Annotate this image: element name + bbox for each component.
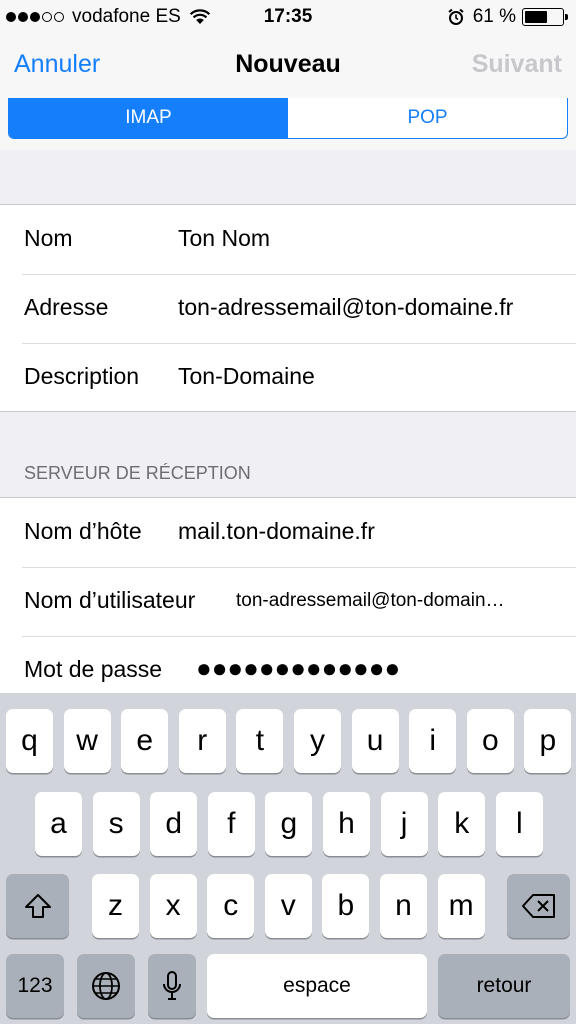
next-button[interactable]: Suivant	[472, 50, 562, 79]
password-field[interactable]: ●●●●●●●●●●●●●	[196, 653, 400, 684]
key-y[interactable]: y	[294, 709, 341, 773]
username-label: Nom d’utilisateur	[24, 587, 196, 613]
description-row[interactable]: Description Ton-Domaine	[0, 343, 576, 412]
alarm-icon	[448, 8, 464, 25]
account-group: Nom Ton Nom Adresse ton-adressemail@ton-…	[0, 204, 576, 412]
hostname-field[interactable]: mail.ton-domaine.fr	[178, 518, 375, 545]
battery-icon	[522, 8, 568, 26]
segment-pop[interactable]: POP	[288, 98, 567, 138]
incoming-server-header: SERVEUR DE RÉCEPTION	[24, 463, 251, 483]
nav-bar: Annuler Nouveau Suivant	[0, 34, 576, 98]
battery-nub	[565, 14, 568, 20]
address-row[interactable]: Adresse ton-adressemail@ton-domaine.fr	[0, 274, 576, 343]
key-x[interactable]: x	[149, 874, 197, 938]
shift-key[interactable]	[6, 874, 69, 938]
keyboard: 123 espace retour qwertyuiop asdfghjkl zxc…	[0, 693, 576, 1024]
password-label: Mot de passe	[24, 656, 163, 682]
battery-percent: 61 %	[472, 6, 516, 27]
delete-key[interactable]	[507, 874, 570, 938]
shift-icon	[24, 894, 51, 918]
globe-icon	[92, 972, 120, 1000]
status-right: 61 %	[447, 6, 568, 28]
key-m[interactable]: m	[437, 874, 485, 938]
key-i[interactable]: i	[409, 709, 457, 773]
numbers-key[interactable]: 123	[6, 954, 64, 1018]
hostname-row[interactable]: Nom d’hôte mail.ton-domaine.fr	[0, 498, 576, 567]
dictation-key[interactable]	[148, 954, 196, 1018]
key-f[interactable]: f	[207, 792, 255, 856]
description-field[interactable]: Ton-Domaine	[178, 363, 315, 390]
key-u[interactable]: u	[351, 709, 399, 773]
username-row[interactable]: Nom d’utilisateur ton-adressemail@ton-do…	[0, 567, 576, 636]
key-h[interactable]: h	[323, 792, 370, 856]
status-bar: vodafone ES 17:35 61 %	[0, 0, 576, 34]
address-field[interactable]: ton-adressemail@ton-domaine.fr	[178, 294, 513, 321]
key-g[interactable]: g	[265, 792, 313, 856]
hostname-label: Nom d’hôte	[24, 518, 142, 544]
name-label: Nom	[24, 225, 73, 251]
key-j[interactable]: j	[380, 792, 428, 856]
key-r[interactable]: r	[178, 709, 226, 773]
name-row[interactable]: Nom Ton Nom	[0, 205, 576, 274]
key-c[interactable]: c	[207, 874, 255, 938]
key-a[interactable]: a	[35, 792, 82, 856]
description-label: Description	[24, 363, 140, 389]
protocol-segmented-control: IMAP POP	[8, 98, 568, 139]
key-v[interactable]: v	[264, 874, 312, 938]
backspace-icon	[521, 894, 555, 918]
key-t[interactable]: t	[236, 709, 284, 773]
key-k[interactable]: k	[438, 792, 486, 856]
space-key[interactable]: espace	[207, 954, 427, 1018]
key-l[interactable]: l	[495, 792, 543, 856]
key-p[interactable]: p	[524, 709, 572, 773]
key-o[interactable]: o	[466, 709, 514, 773]
incoming-server-group: Nom d’hôte mail.ton-domaine.fr Nom d’uti…	[0, 497, 576, 697]
key-w[interactable]: w	[63, 709, 111, 773]
key-s[interactable]: s	[92, 792, 140, 856]
key-q[interactable]: q	[6, 709, 53, 773]
username-field[interactable]: ton-adressemail@ton-domain…	[236, 590, 554, 612]
key-b[interactable]: b	[322, 874, 370, 938]
globe-key[interactable]	[77, 954, 135, 1018]
key-e[interactable]: e	[121, 709, 169, 773]
key-d[interactable]: d	[150, 792, 198, 856]
segment-imap[interactable]: IMAP	[9, 98, 288, 138]
key-n[interactable]: n	[380, 874, 427, 938]
microphone-icon	[163, 971, 181, 1000]
address-label: Adresse	[24, 294, 109, 320]
return-key[interactable]: retour	[438, 954, 570, 1018]
name-field[interactable]: Ton Nom	[178, 225, 270, 252]
key-z[interactable]: z	[92, 874, 139, 938]
segmented-band: IMAP POP	[0, 98, 576, 150]
battery-fill	[525, 11, 547, 23]
